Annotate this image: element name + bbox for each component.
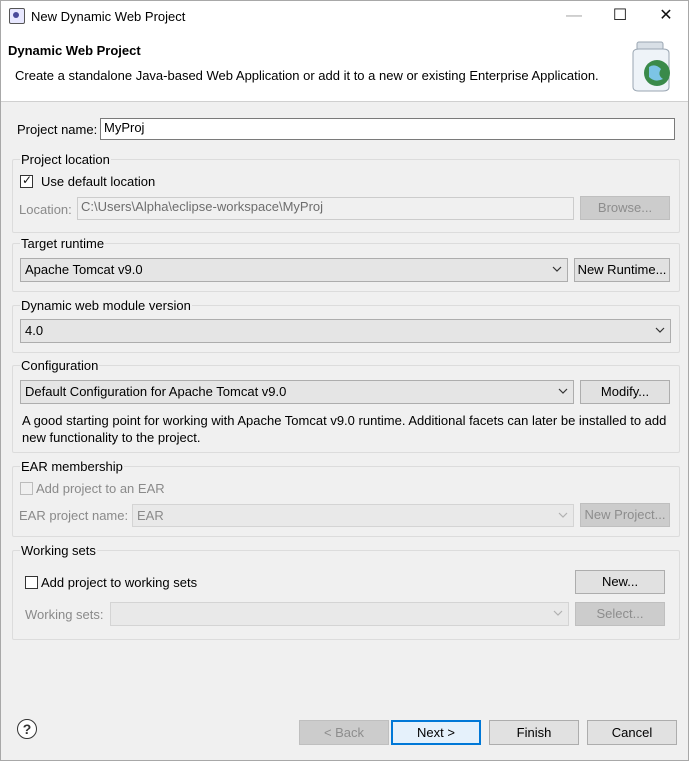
target-runtime-value: Apache Tomcat v9.0	[25, 262, 143, 277]
close-button[interactable]: ✕	[643, 1, 689, 31]
cancel-button[interactable]: Cancel	[587, 720, 677, 745]
module-version-value: 4.0	[25, 323, 44, 338]
configuration-select[interactable]: Default Configuration for Apache Tomcat …	[20, 380, 574, 404]
eclipse-app-icon	[9, 8, 25, 24]
project-name-input[interactable]: MyProj	[100, 118, 675, 140]
minimize-button[interactable]: —	[551, 1, 597, 31]
add-to-working-sets-checkbox[interactable]	[25, 576, 38, 589]
wizard-title: Dynamic Web Project	[8, 43, 141, 58]
working-sets-group	[12, 550, 680, 640]
working-sets-label: Working sets:	[25, 607, 104, 622]
target-runtime-select[interactable]: Apache Tomcat v9.0	[20, 258, 568, 282]
working-sets-select[interactable]	[110, 602, 569, 626]
location-label: Location:	[19, 202, 72, 217]
window-title: New Dynamic Web Project	[31, 9, 186, 24]
chevron-down-icon	[558, 388, 568, 394]
configuration-description: A good starting point for working with A…	[22, 413, 667, 445]
module-version-select[interactable]: 4.0	[20, 319, 671, 343]
dialog-window: New Dynamic Web Project — ☐ ✕ Dynamic We…	[0, 0, 689, 761]
wizard-header: Dynamic Web Project Create a standalone …	[1, 31, 688, 102]
use-default-location-checkbox[interactable]: ✓	[20, 173, 33, 188]
maximize-icon: ☐	[612, 7, 628, 24]
help-icon[interactable]: ?	[17, 719, 37, 739]
new-runtime-button[interactable]: New Runtime...	[574, 258, 670, 282]
chevron-down-icon	[655, 327, 665, 333]
project-location-label: Project location	[20, 152, 111, 167]
finish-button[interactable]: Finish	[489, 720, 579, 745]
add-to-ear-checkbox[interactable]	[20, 482, 33, 495]
select-working-sets-button[interactable]: Select...	[575, 602, 665, 626]
module-version-label: Dynamic web module version	[20, 298, 192, 313]
chevron-down-icon	[552, 266, 562, 272]
configuration-label: Configuration	[20, 358, 100, 373]
maximize-button[interactable]: ☐	[597, 1, 643, 31]
add-to-ear-label: Add project to an EAR	[36, 481, 165, 496]
project-name-label: Project name:	[17, 122, 98, 137]
modify-button[interactable]: Modify...	[580, 380, 670, 404]
title-bar: New Dynamic Web Project — ☐ ✕	[1, 1, 688, 31]
new-working-set-button[interactable]: New...	[575, 570, 665, 594]
new-ear-project-button[interactable]: New Project...	[580, 503, 670, 527]
add-to-working-sets-label: Add project to working sets	[41, 575, 198, 590]
configuration-value: Default Configuration for Apache Tomcat …	[25, 384, 287, 399]
use-default-location-label: Use default location	[41, 174, 156, 189]
ear-project-name-value: EAR	[137, 508, 164, 523]
location-input[interactable]: C:\Users\Alpha\eclipse-workspace\MyProj	[77, 197, 574, 220]
close-icon: ✕	[659, 7, 673, 24]
next-button[interactable]: Next >	[391, 720, 481, 745]
checkmark-icon: ✓	[22, 173, 33, 187]
chevron-down-icon	[553, 610, 563, 616]
target-runtime-label: Target runtime	[20, 236, 106, 251]
wizard-description: Create a standalone Java-based Web Appli…	[15, 68, 599, 83]
ear-project-name-select[interactable]: EAR	[132, 504, 574, 527]
working-sets-group-label: Working sets	[20, 543, 97, 558]
chevron-down-icon	[558, 512, 568, 518]
ear-membership-label: EAR membership	[20, 459, 124, 474]
minimize-icon: —	[566, 7, 582, 24]
web-project-jar-icon	[632, 41, 670, 92]
back-button[interactable]: < Back	[299, 720, 389, 745]
browse-button[interactable]: Browse...	[580, 196, 670, 220]
ear-project-name-label: EAR project name:	[19, 508, 129, 523]
